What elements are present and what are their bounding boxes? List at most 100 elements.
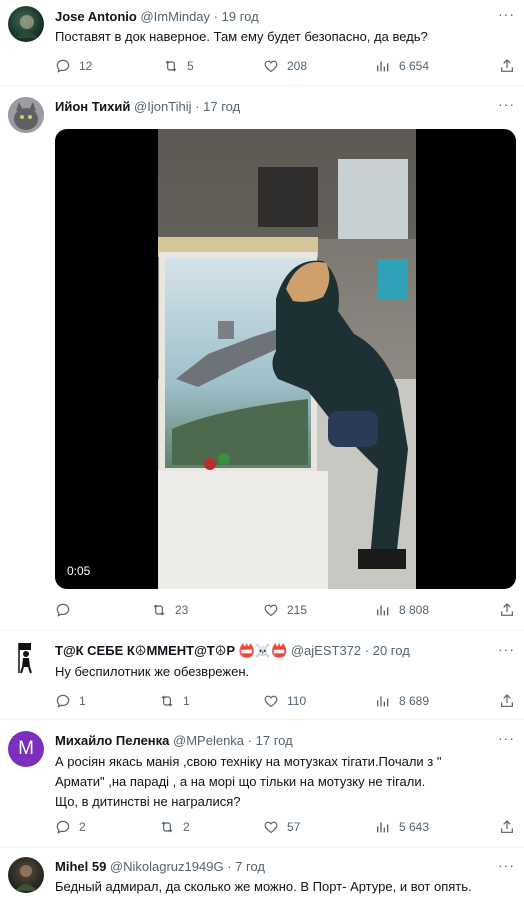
share-button[interactable] xyxy=(499,56,515,76)
avatar-jose-antonio[interactable] xyxy=(8,6,44,42)
separator-dot: · xyxy=(227,859,232,874)
display-name[interactable]: Т@К СЕБЕ К☮ММЕНТ@Т☮Р 📛☠️📛 xyxy=(55,643,287,658)
separator-dot: · xyxy=(364,643,370,658)
reply-count: 2 xyxy=(79,820,86,834)
share-icon xyxy=(501,59,513,72)
reply-button[interactable]: 2 xyxy=(55,817,86,837)
reply-icon xyxy=(56,603,70,617)
tweet-text-line: Армати" ,на параді , а на морі що тільки… xyxy=(55,774,426,789)
more-options-icon[interactable]: ··· xyxy=(498,6,514,22)
video-duration: 0:05 xyxy=(67,564,91,578)
more-options-icon[interactable]: ··· xyxy=(498,641,514,657)
views-count: 5 643 xyxy=(399,820,430,834)
display-name[interactable]: Ийон Тихий xyxy=(55,99,130,114)
tweet-1[interactable]: Jose Antonio @ImMinday · 19 год ··· Пост… xyxy=(0,0,524,86)
heart-icon xyxy=(264,604,278,617)
user-handle[interactable]: @IjonTihij xyxy=(134,99,192,114)
retweet-button[interactable]: 23 xyxy=(151,600,188,620)
reply-count: 12 xyxy=(79,59,93,73)
share-icon xyxy=(501,694,513,707)
tweet-text: Бедный адмирал, да сколько же можно. В П… xyxy=(55,879,472,894)
tweet-text-line: А росіян якась манія ,свою техніку на мо… xyxy=(55,754,442,769)
tweet-4[interactable]: M Михайло Пеленка @MPelenka · 17 год ···… xyxy=(0,720,524,848)
tweet-5[interactable]: Mihel 59 @Nikolagruz1949G · 7 год ··· Бе… xyxy=(0,848,524,899)
retweet-icon xyxy=(165,60,177,72)
retweet-button[interactable]: 5 xyxy=(163,56,194,76)
timestamp[interactable]: 7 год xyxy=(235,859,265,874)
like-button[interactable]: 215 xyxy=(263,600,307,620)
reply-button[interactable]: 12 xyxy=(55,56,92,76)
more-options-icon[interactable]: ··· xyxy=(498,857,514,873)
share-button[interactable] xyxy=(499,600,515,620)
like-count: 57 xyxy=(287,820,301,834)
tweet-actions: 23 215 8 808 xyxy=(55,600,515,620)
user-handle[interactable]: @ImMinday xyxy=(140,9,210,24)
reply-button[interactable]: 1 xyxy=(55,691,86,711)
heart-icon xyxy=(264,695,278,708)
tweet-header: Т@К СЕБЕ К☮ММЕНТ@Т☮Р 📛☠️📛 @ajEST372 · 20… xyxy=(55,643,410,659)
reply-icon xyxy=(56,820,70,834)
retweet-count: 23 xyxy=(175,603,189,617)
retweet-button[interactable]: 1 xyxy=(159,691,190,711)
views-icon xyxy=(377,822,389,833)
retweet-count: 1 xyxy=(183,694,190,708)
separator-dot: · xyxy=(247,733,253,748)
display-name[interactable]: Mihel 59 xyxy=(55,859,106,874)
avatar-image xyxy=(15,865,37,891)
user-handle[interactable]: @ajEST372 xyxy=(291,643,361,658)
avatar-mpelenka[interactable]: M xyxy=(8,731,44,767)
like-button[interactable]: 110 xyxy=(263,691,306,711)
reply-icon xyxy=(56,59,70,73)
avatar-nikolagruz[interactable] xyxy=(8,857,44,893)
views-count: 8 689 xyxy=(399,694,430,708)
tweet-text-line: Що, в дитинстві не награлися? xyxy=(55,794,241,809)
tweet-header: Jose Antonio @ImMinday · 19 год xyxy=(55,9,259,25)
more-options-icon[interactable]: ··· xyxy=(498,730,514,746)
tweet-actions: 12 5 208 6 654 xyxy=(55,56,515,76)
views-button[interactable]: 6 654 xyxy=(375,56,429,76)
tweet-header: Михайло Пеленка @MPelenka · 17 год xyxy=(55,733,293,749)
tweet-text: Ну беспилотник же обезврежен. xyxy=(55,664,250,679)
like-count: 208 xyxy=(287,59,308,73)
reply-button[interactable] xyxy=(55,600,79,620)
video-frame xyxy=(158,129,416,589)
retweet-button[interactable]: 2 xyxy=(159,817,190,837)
views-count: 8 808 xyxy=(399,603,430,617)
like-count: 110 xyxy=(287,694,307,708)
like-count: 215 xyxy=(287,603,308,617)
tweet-header: Ийон Тихий @IjonTihij · 17 год xyxy=(55,99,240,115)
views-button[interactable]: 8 689 xyxy=(375,691,429,711)
avatar-ijon-tihij[interactable] xyxy=(8,97,44,133)
like-button[interactable]: 57 xyxy=(263,817,300,837)
views-count: 6 654 xyxy=(399,59,430,73)
display-name[interactable]: Михайло Пеленка xyxy=(55,733,169,748)
share-icon xyxy=(501,820,513,833)
retweet-count: 5 xyxy=(187,59,194,73)
retweet-icon xyxy=(161,695,173,707)
tweet-actions: 2 2 57 5 643 xyxy=(55,817,515,837)
more-options-icon[interactable]: ··· xyxy=(498,96,514,112)
tweet-3[interactable]: Т@К СЕБЕ К☮ММЕНТ@Т☮Р 📛☠️📛 @ajEST372 · 20… xyxy=(0,631,524,720)
retweet-count: 2 xyxy=(183,820,190,834)
like-button[interactable]: 208 xyxy=(263,56,307,76)
tweet-actions: 1 1 110 8 689 xyxy=(55,691,515,711)
flag-bearer-avatar-image xyxy=(18,643,32,674)
separator-dot: · xyxy=(213,9,218,24)
timestamp[interactable]: 17 год xyxy=(256,733,293,748)
timestamp[interactable]: 17 год xyxy=(203,99,240,114)
share-button[interactable] xyxy=(499,691,515,711)
user-handle[interactable]: @Nikolagruz1949G xyxy=(110,859,224,874)
display-name[interactable]: Jose Antonio xyxy=(55,9,137,24)
timestamp[interactable]: 20 год xyxy=(373,643,410,658)
views-button[interactable]: 5 643 xyxy=(375,817,429,837)
share-button[interactable] xyxy=(499,817,515,837)
views-button[interactable]: 8 808 xyxy=(375,600,429,620)
views-icon xyxy=(377,61,389,72)
tweet-text: А росіян якась манія ,свою техніку на мо… xyxy=(55,752,510,812)
heart-icon xyxy=(264,821,278,834)
user-handle[interactable]: @MPelenka xyxy=(173,733,244,748)
video-player[interactable]: 0:05 xyxy=(55,129,516,589)
avatar-ajest372[interactable] xyxy=(8,639,44,675)
timestamp[interactable]: 19 год xyxy=(222,9,259,24)
retweet-icon xyxy=(153,604,165,616)
